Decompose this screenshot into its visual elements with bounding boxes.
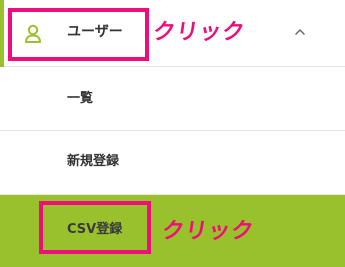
click-annotation-1: クリック [151, 20, 247, 45]
active-section-indicator [0, 0, 4, 67]
sidebar-menu: ユーザー 一覧 新規登録 CSV登録 クリック クリック [0, 0, 345, 267]
submenu-item-list-label: 一覧 [67, 91, 94, 106]
submenu-item-new-label: 新規登録 [67, 154, 120, 169]
highlight-box-csv [39, 201, 151, 254]
chevron-up-icon[interactable] [292, 24, 308, 40]
highlight-box-users [8, 8, 149, 61]
click-annotation-2: クリック [160, 219, 256, 244]
submenu-item-list[interactable]: 一覧 [0, 67, 345, 131]
submenu-item-new[interactable]: 新規登録 [0, 131, 345, 195]
